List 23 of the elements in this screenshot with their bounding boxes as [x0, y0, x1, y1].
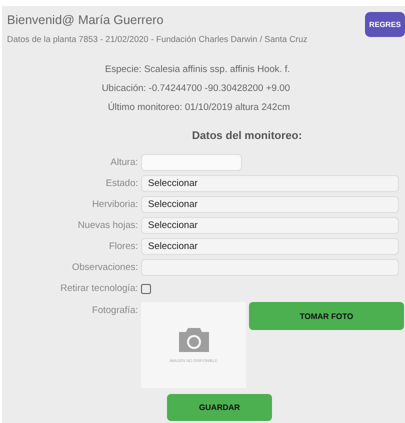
camera-icon	[178, 328, 208, 352]
photo-label: Fotografía:	[91, 304, 138, 318]
section-title: Datos del monitoreo:	[190, 130, 303, 142]
field-label: Altura:	[110, 157, 138, 168]
field-label: Retirar tecnología:	[59, 283, 138, 294]
save-button[interactable]: GUARDAR	[167, 394, 272, 421]
take-photo-button[interactable]: TOMAR FOTO	[249, 302, 404, 330]
select-dropdown[interactable]: Seleccionar	[141, 175, 399, 192]
greeting-title: Bienvenid@ María Guerrero	[7, 12, 165, 27]
select-dropdown[interactable]: Seleccionar	[141, 238, 399, 255]
select-dropdown[interactable]: Seleccionar	[141, 196, 399, 213]
plant-info-text: Último monitoreo: 01/10/2019 altura 242cm	[108, 102, 290, 113]
field-label: Observaciones:	[70, 262, 138, 273]
plant-info-text: Ubicación: -0.74244700 -90.30428200 +9.00	[102, 83, 290, 94]
plant-subtitle: Datos de la planta 7853 - 21/02/2020 - Fundación Charles Darwin / Santa Cruz	[7, 34, 308, 44]
field-label: Estado:	[104, 178, 138, 189]
field-label: Nuevas hojas:	[76, 220, 138, 231]
height-input-field[interactable]	[141, 154, 242, 171]
field-label: Flores:	[108, 241, 138, 252]
plant-info-text: Especie: Scalesia affinis ssp. affinis Hook. f.	[105, 64, 290, 75]
field-label: Herviboria:	[91, 199, 138, 210]
checkbox[interactable]	[141, 284, 151, 294]
select-dropdown[interactable]: Seleccionar	[141, 217, 399, 234]
